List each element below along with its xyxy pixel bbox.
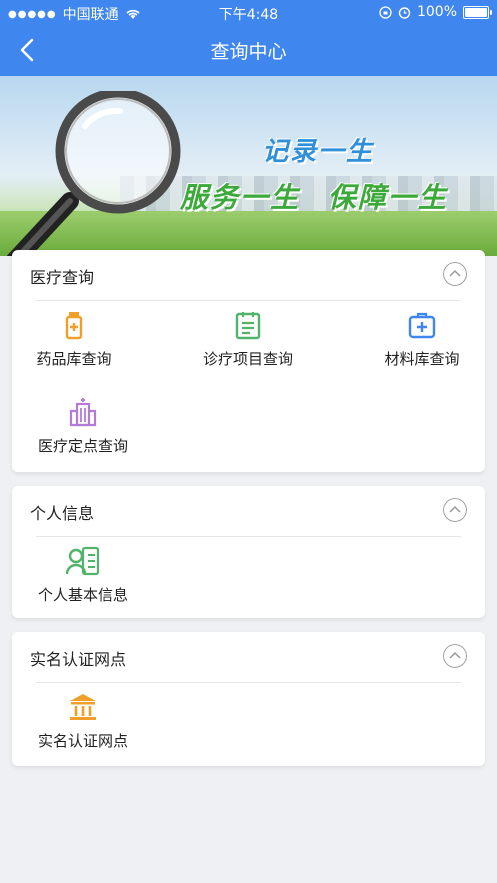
section-header[interactable]: 个人信息: [12, 486, 485, 536]
grid-item-label: 药品库查询: [36, 350, 112, 368]
grid-item-drug-library[interactable]: 药品库查询: [26, 310, 122, 369]
section-header[interactable]: 医疗查询: [12, 250, 485, 300]
collapse-chevron-up-icon[interactable]: [443, 644, 467, 668]
section-header[interactable]: 实名认证网点: [12, 632, 485, 682]
rotation-lock-icon: [379, 5, 392, 19]
banner-slogan-2: 服务一生 保障一生: [180, 181, 448, 214]
banner-image: 记录一生 服务一生 保障一生: [0, 76, 497, 256]
divider: [36, 536, 461, 537]
id-card-icon: [66, 546, 100, 576]
grid-item-designated-medical[interactable]: 医疗定点查询: [30, 397, 136, 456]
page-title: 查询中心: [210, 41, 287, 63]
grid-item-label: 诊疗项目查询: [202, 350, 293, 368]
grid-item-treatment-items[interactable]: 诊疗项目查询: [197, 310, 299, 369]
grid-item-real-name-outlets[interactable]: 实名认证网点: [30, 692, 136, 751]
grid-item-label: 材料库查询: [384, 350, 460, 368]
grid-item-label: 实名认证网点: [37, 732, 128, 750]
notepad-icon: [235, 312, 261, 340]
status-bar: ●●●●● 中国联通 下午4:48 100%: [0, 0, 497, 24]
divider: [36, 682, 461, 683]
magnifier-icon: [6, 91, 181, 256]
hospital-building-icon: [69, 398, 97, 427]
collapse-chevron-up-icon[interactable]: [443, 498, 467, 522]
section-medical-query: 医疗查询 药品库查询 诊疗项目查询 材料库查询 医疗定点查询: [12, 250, 485, 472]
nav-bar: 查询中心: [0, 24, 497, 76]
battery-percent: 100%: [416, 4, 457, 20]
grid-item-material-library[interactable]: 材料库查询: [374, 310, 470, 369]
bank-building-icon: [70, 694, 96, 720]
collapse-chevron-up-icon[interactable]: [443, 262, 467, 286]
divider: [36, 300, 461, 301]
section-title: 实名认证网点: [30, 650, 127, 669]
banner-slogan-1: 记录一生: [262, 137, 375, 167]
battery-icon: [463, 5, 492, 19]
alarm-icon: [398, 6, 411, 19]
grid-item-label: 医疗定点查询: [37, 437, 128, 455]
medical-kit-icon: [408, 312, 436, 339]
medicine-bottle-icon: [65, 312, 83, 340]
section-real-name-auth: 实名认证网点 实名认证网点: [12, 632, 485, 766]
grid-item-label: 个人基本信息: [37, 586, 128, 604]
grid-item-personal-basic-info[interactable]: 个人基本信息: [30, 546, 136, 605]
section-title: 个人信息: [30, 504, 95, 523]
section-personal-info: 个人信息 个人基本信息: [12, 486, 485, 618]
section-title: 医疗查询: [30, 268, 95, 287]
